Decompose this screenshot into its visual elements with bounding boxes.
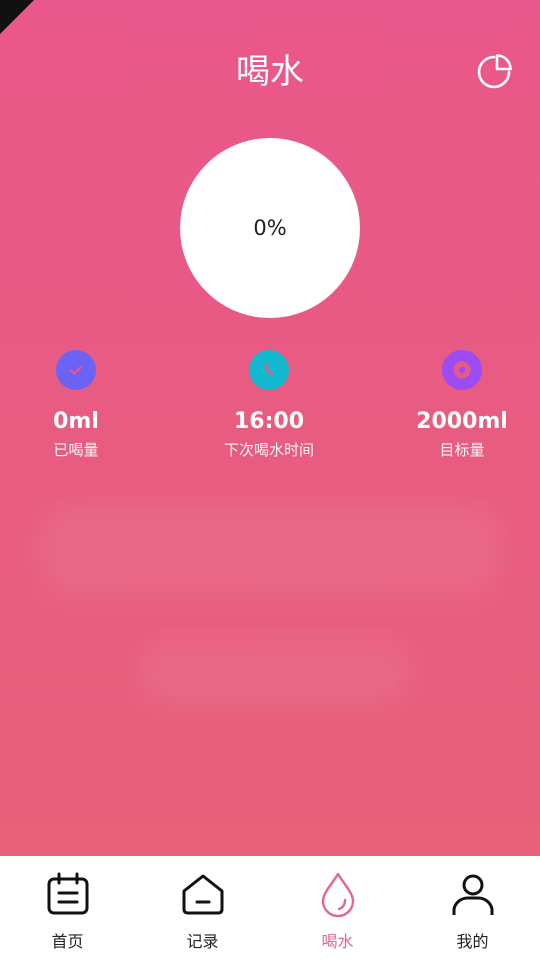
tab-records-label: 记录 xyxy=(186,932,219,951)
bottom-tab-bar: 首页 记录 喝水 我的 xyxy=(0,856,540,960)
stat-target-value: 2000ml xyxy=(416,409,508,434)
tab-profile-label: 我的 xyxy=(456,932,489,951)
stat-next-time-label: 下次喝水时间 xyxy=(223,441,314,459)
main-screen: 喝水 0% 0ml 已喝量 16:00 下次喝水时间 2000ml 目标量 xyxy=(0,0,540,856)
tab-records[interactable]: 记录 xyxy=(135,856,270,960)
house-icon xyxy=(179,870,227,918)
statistics-button[interactable] xyxy=(474,52,514,92)
stat-target-label: 目标量 xyxy=(439,441,485,459)
stat-next-time: 16:00 下次喝水时间 xyxy=(169,350,369,460)
stat-drunk-label: 已喝量 xyxy=(53,441,99,459)
progress-circle[interactable]: 0% xyxy=(180,138,360,318)
decorative-glow xyxy=(140,635,410,705)
target-icon xyxy=(442,350,482,390)
decorative-glow xyxy=(40,505,500,595)
water-drop-icon xyxy=(314,870,362,918)
calendar-icon xyxy=(44,870,92,918)
tab-profile[interactable]: 我的 xyxy=(405,856,540,960)
clock-icon xyxy=(249,350,289,390)
stat-target: 2000ml 目标量 xyxy=(362,350,540,460)
pie-chart-icon xyxy=(477,54,512,89)
tab-home-label: 首页 xyxy=(51,932,84,951)
tab-home[interactable]: 首页 xyxy=(0,856,135,960)
page-title: 喝水 xyxy=(236,52,304,92)
stat-next-time-value: 16:00 xyxy=(233,409,305,434)
progress-percent: 0% xyxy=(253,216,287,240)
corner-decoration xyxy=(0,0,34,34)
user-icon xyxy=(449,870,497,918)
check-icon xyxy=(56,350,96,390)
tab-drink-label: 喝水 xyxy=(321,932,354,951)
tab-drink[interactable]: 喝水 xyxy=(270,856,405,960)
stat-drunk-value: 0ml xyxy=(53,409,99,434)
stat-drunk: 0ml 已喝量 xyxy=(0,350,176,460)
